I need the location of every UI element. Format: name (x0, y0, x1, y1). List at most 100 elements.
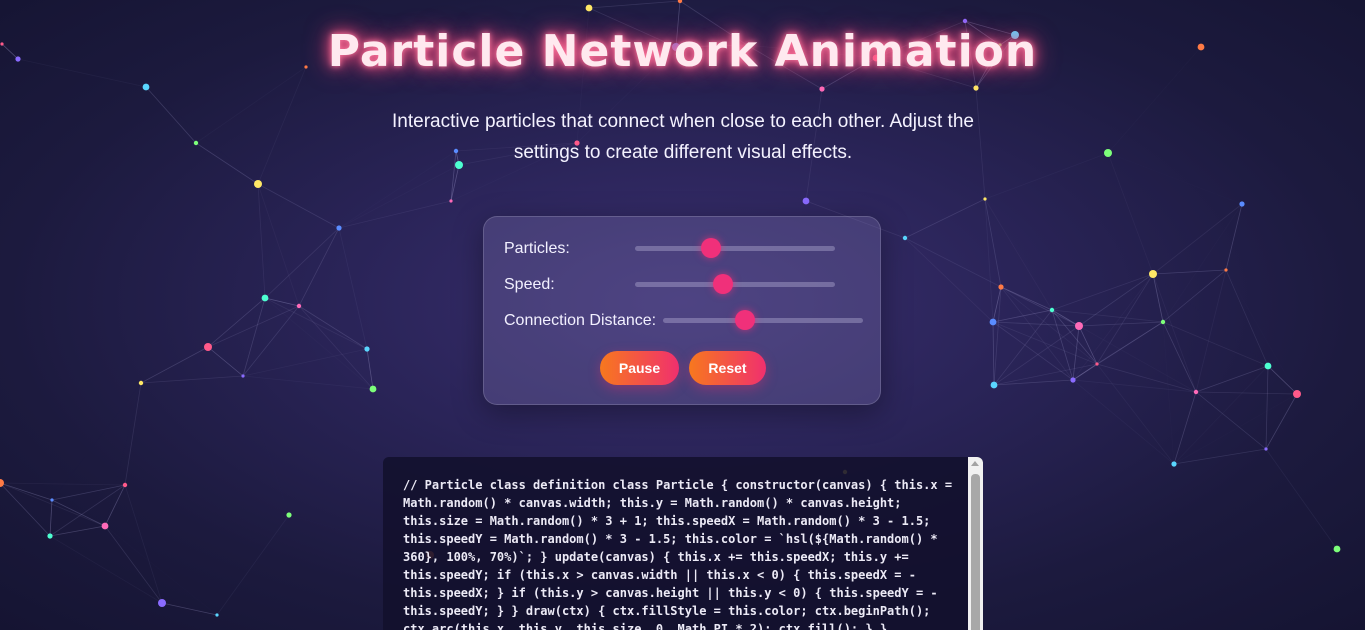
particle-link (1195, 365, 1269, 393)
particle-link (1000, 286, 1074, 381)
particle-link (298, 227, 340, 307)
particle-dot (449, 199, 453, 203)
particle-link (1265, 393, 1298, 450)
particle-link (1226, 270, 1297, 394)
particle-dot (369, 385, 377, 393)
particle-link (1072, 325, 1080, 381)
particle-dot (1171, 461, 1177, 467)
controls-panel: Particles: Speed: Connection Distance: P… (483, 216, 881, 405)
particle-link (993, 309, 1053, 386)
particle-link (140, 375, 244, 384)
particle-dot (819, 86, 825, 92)
code-scrollbar[interactable] (968, 457, 983, 630)
particle-link (588, 0, 681, 9)
particle-link (992, 321, 995, 386)
particle-dot (158, 599, 166, 607)
particle-dot (990, 381, 998, 389)
particle-link (992, 309, 1053, 323)
particle-dot (1149, 270, 1157, 278)
reset-button[interactable]: Reset (689, 351, 766, 385)
particle-link (207, 305, 300, 348)
particle-link (1173, 365, 1269, 465)
particle-dot (1333, 545, 1341, 553)
code-viewer[interactable]: // Particle class definition class Parti… (383, 457, 983, 630)
particle-link (140, 346, 209, 384)
particle-dot (1193, 389, 1199, 395)
particle-link (161, 602, 218, 616)
particle-dot (1160, 319, 1166, 325)
particle-dot (50, 498, 54, 502)
connection-distance-label: Connection Distance: (504, 312, 657, 329)
particle-class-code: // Particle class definition class Parti… (403, 478, 953, 630)
particle-link (1163, 322, 1174, 464)
particle-link (257, 66, 307, 185)
particle-link (338, 227, 368, 350)
particle-link (298, 305, 374, 390)
particle-link (52, 383, 141, 500)
particle-link (1072, 273, 1154, 381)
particle-link (195, 66, 307, 144)
particle-link (338, 164, 460, 229)
particle-link (124, 382, 142, 486)
particle-dot (1264, 362, 1272, 370)
particle-link (904, 237, 1002, 288)
particle-dot (983, 197, 987, 201)
particle-link (146, 87, 258, 184)
speed-slider[interactable] (635, 274, 835, 294)
particle-dot (296, 303, 302, 309)
particle-link (49, 535, 163, 604)
particle-dot (1264, 447, 1268, 451)
particle-link (1195, 269, 1227, 393)
pause-button[interactable]: Pause (600, 351, 679, 385)
connection-distance-slider[interactable] (663, 310, 863, 330)
particle-dot (254, 180, 262, 188)
particle-link (904, 198, 986, 239)
particle-dot (1049, 307, 1055, 313)
particles-slider-thumb[interactable] (701, 238, 721, 258)
particle-dot (998, 284, 1004, 290)
particle-link (0, 482, 126, 486)
particle-link (207, 297, 266, 348)
particle-link (450, 164, 460, 202)
particle-link (104, 484, 126, 527)
particle-dot (215, 613, 219, 617)
particle-link (1152, 269, 1227, 275)
particle-link (1225, 203, 1243, 271)
particle-link (242, 375, 374, 390)
code-scrollbar-thumb[interactable] (971, 474, 980, 630)
particle-dot (962, 18, 968, 24)
particle-dot (364, 346, 370, 352)
particle-link (105, 383, 141, 526)
particle-dot (1239, 201, 1245, 207)
particle-dot (1070, 377, 1076, 383)
particle-link (0, 482, 106, 527)
particle-dot (47, 533, 53, 539)
page-subtitle: Interactive particles that connect when … (392, 111, 974, 163)
particle-link (1195, 391, 1298, 395)
particle-dot (261, 294, 269, 302)
particle-link (207, 346, 244, 377)
particles-slider[interactable] (635, 238, 835, 258)
particle-link (1051, 273, 1154, 311)
connection-distance-slider-thumb[interactable] (735, 310, 755, 330)
particle-link (243, 376, 289, 515)
particle-link (1107, 152, 1154, 275)
speed-slider-thumb[interactable] (713, 274, 733, 294)
particle-dot (1293, 390, 1301, 398)
particle-link (1195, 391, 1267, 450)
particle-link (1078, 273, 1154, 327)
particle-dot (241, 374, 245, 378)
scroll-up-icon[interactable] (971, 461, 979, 466)
particle-link (1267, 365, 1298, 395)
particle-link (298, 305, 368, 350)
particle-dot (193, 140, 199, 146)
particle-dot (1075, 322, 1083, 330)
particle-link (1265, 365, 1269, 450)
particle-dot (1095, 362, 1099, 366)
particle-dot (142, 83, 150, 91)
particle-dot (585, 4, 593, 12)
particle-link (984, 152, 1109, 200)
particle-dot (973, 85, 979, 91)
particle-dot (989, 318, 997, 326)
particle-link (1163, 204, 1242, 322)
